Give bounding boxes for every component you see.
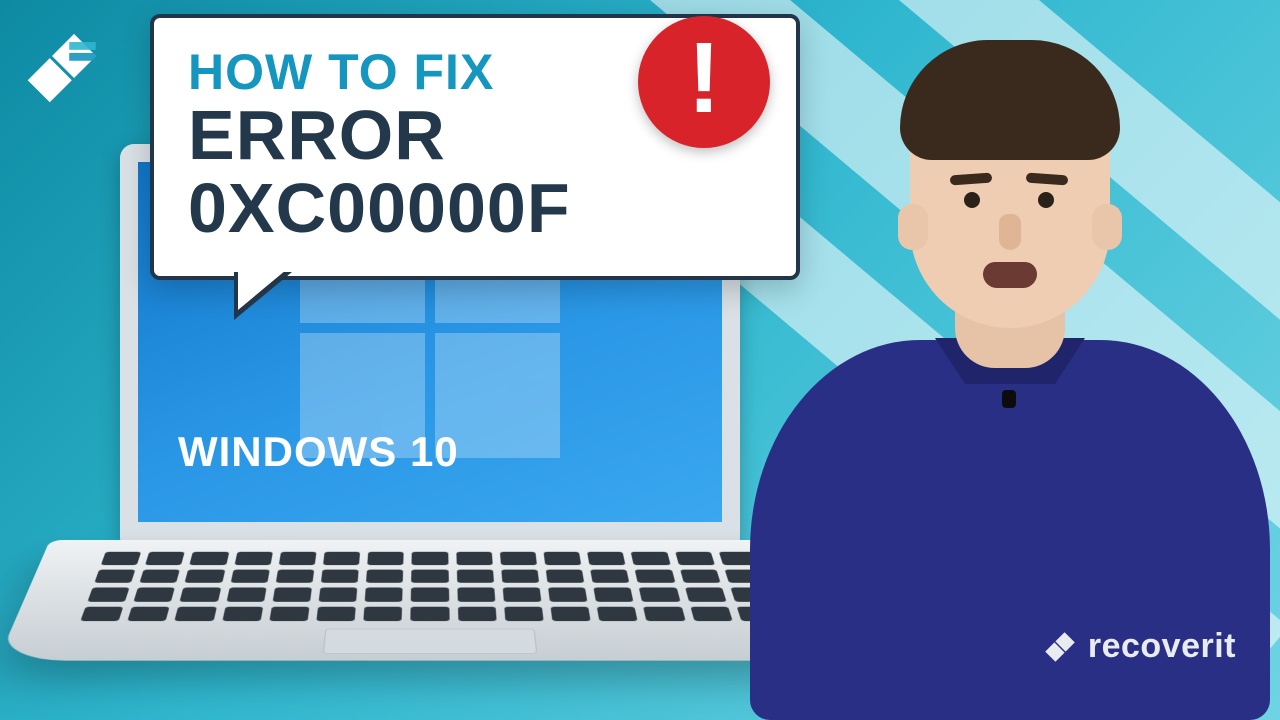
os-label: WINDOWS 10 — [178, 428, 459, 476]
thumbnail-stage: WINDOWS 10 HOW TO FIX ERROR 0XC00000F ! — [0, 0, 1280, 720]
presenter-person: recoverit — [730, 60, 1280, 720]
title-speech-bubble: HOW TO FIX ERROR 0XC00000F ! — [150, 14, 800, 280]
brand-logo-icon — [24, 28, 102, 106]
lapel-mic-icon — [1002, 390, 1016, 408]
shirt-brand-text: recoverit — [1088, 627, 1236, 666]
title-line-3: 0XC00000F — [188, 172, 762, 246]
laptop-trackpad — [323, 629, 538, 654]
shirt-brand-icon — [1042, 629, 1078, 665]
exclamation-mark: ! — [687, 28, 720, 128]
laptop-keyboard — [80, 552, 779, 621]
shirt-brand: recoverit — [1042, 627, 1236, 666]
